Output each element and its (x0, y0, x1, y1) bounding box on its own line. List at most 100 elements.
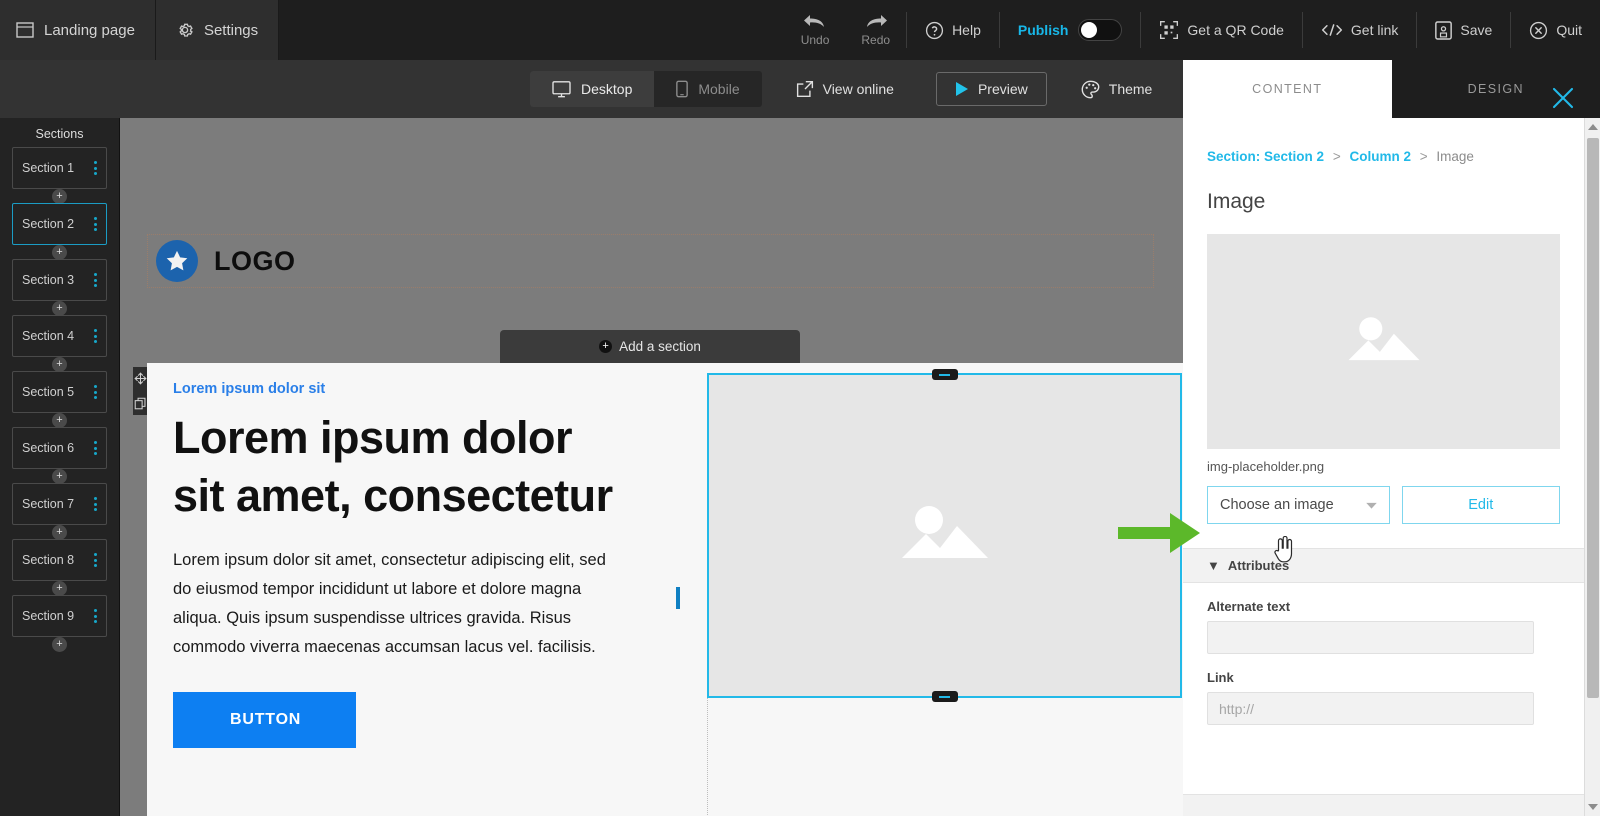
section-menu-icon[interactable] (94, 161, 97, 175)
link-input[interactable] (1207, 692, 1534, 725)
alternate-text-input[interactable] (1207, 621, 1534, 654)
add-section-plus-icon[interactable]: + (52, 357, 67, 372)
image-filename: img-placeholder.png (1183, 449, 1584, 474)
sidebar-section-section-4[interactable]: Section 4 (12, 315, 107, 357)
undo-button[interactable]: Undo (785, 0, 846, 60)
sidebar-section-section-1[interactable]: Section 1 (12, 147, 107, 189)
help-icon (925, 21, 944, 40)
edit-image-button[interactable]: Edit (1402, 486, 1561, 524)
add-section-plus-icon[interactable]: + (52, 413, 67, 428)
close-panel-button[interactable] (1550, 85, 1576, 111)
add-section-plus-icon[interactable]: + (52, 245, 67, 260)
preview-button[interactable]: Preview (936, 72, 1047, 106)
save-label: Save (1460, 22, 1492, 38)
sidebar-section-section-5[interactable]: Section 5 (12, 371, 107, 413)
save-button[interactable]: Save (1417, 0, 1510, 60)
breadcrumb-column[interactable]: Column 2 (1349, 149, 1411, 164)
properties-panel: CONTENT DESIGN Section: Section 2 > Colu… (1183, 60, 1600, 816)
attributes-body: Alternate text Link (1183, 583, 1584, 725)
help-button[interactable]: Help (907, 0, 999, 60)
section-menu-icon[interactable] (94, 497, 97, 511)
section-2-body[interactable]: Lorem ipsum dolor sit Lorem ipsum dolor … (147, 363, 1183, 816)
section-menu-icon[interactable] (94, 273, 97, 287)
sidebar-section-label: Section 6 (13, 441, 74, 455)
sidebar-section-section-3[interactable]: Section 3 (12, 259, 107, 301)
redo-button[interactable]: Redo (845, 0, 906, 60)
move-column-handle[interactable] (134, 372, 147, 385)
section-menu-icon[interactable] (94, 609, 97, 623)
theme-button[interactable]: Theme (1063, 80, 1171, 99)
logo-block[interactable]: LOGO (147, 234, 1154, 288)
sections-list: Section 1+Section 2+Section 3+Section 4+… (0, 147, 119, 651)
publish-control[interactable]: Publish (1000, 0, 1141, 60)
add-section-plus-icon[interactable]: + (52, 581, 67, 596)
sidebar-section-label: Section 4 (13, 329, 74, 343)
add-section-plus-icon[interactable]: + (52, 525, 67, 540)
quit-button[interactable]: Quit (1511, 0, 1600, 60)
play-icon (955, 81, 969, 97)
sidebar-section-section-9[interactable]: Section 9 (12, 595, 107, 637)
section-menu-icon[interactable] (94, 553, 97, 567)
add-section-plus-icon[interactable]: + (52, 637, 67, 652)
panel-title: Image (1183, 164, 1584, 214)
get-link-button[interactable]: Get link (1303, 0, 1416, 60)
edit-image-label: Edit (1468, 497, 1493, 513)
view-online-button[interactable]: View online (778, 80, 912, 98)
desktop-icon (552, 81, 571, 98)
chevron-down-icon (1366, 502, 1377, 509)
help-label: Help (952, 22, 981, 38)
breadcrumb-separator-2: > (1420, 149, 1428, 164)
resize-handle-bottom[interactable] (932, 691, 958, 702)
add-section-plus-icon[interactable]: + (52, 469, 67, 484)
text-column[interactable]: Lorem ipsum dolor sit Lorem ipsum dolor … (147, 363, 647, 816)
panel-tabs: CONTENT DESIGN (1183, 60, 1600, 118)
get-qr-code-button[interactable]: Get a QR Code (1141, 0, 1302, 60)
device-mobile-label: Mobile (698, 81, 739, 97)
sidebar-section-section-2[interactable]: Section 2 (12, 203, 107, 245)
column-handles (133, 367, 147, 415)
panel-scrollbar[interactable] (1584, 118, 1600, 816)
breadcrumb-section-prefix[interactable]: Section: (1207, 149, 1260, 164)
tab-content[interactable]: CONTENT (1183, 60, 1392, 118)
duplicate-column-handle[interactable] (134, 397, 147, 410)
duplicate-icon (134, 397, 147, 410)
cta-button[interactable]: BUTTON (173, 692, 356, 748)
section-menu-icon[interactable] (94, 441, 97, 455)
image-actions: Choose an image Edit (1183, 474, 1584, 524)
sidebar-section-section-6[interactable]: Section 6 (12, 427, 107, 469)
sidebar-section-section-8[interactable]: Section 8 (12, 539, 107, 581)
attributes-accordion-header[interactable]: ▼ Attributes (1183, 548, 1584, 583)
editor-canvas[interactable]: LOGO + Add a section (120, 118, 1183, 816)
add-section-plus-icon[interactable]: + (52, 301, 67, 316)
section-menu-icon[interactable] (94, 385, 97, 399)
alternate-text-label: Alternate text (1207, 599, 1560, 614)
tab-landing-page[interactable]: Landing page (0, 0, 156, 60)
section-menu-icon[interactable] (94, 217, 97, 231)
choose-an-image-dropdown[interactable]: Choose an image (1207, 486, 1390, 524)
next-accordion-header[interactable] (1183, 794, 1584, 816)
add-section-row: + (0, 245, 119, 259)
scroll-down-arrow-icon[interactable] (1588, 804, 1598, 810)
section-menu-icon[interactable] (94, 329, 97, 343)
sidebar-section-label: Section 9 (13, 609, 74, 623)
breadcrumb-section[interactable]: Section 2 (1264, 149, 1324, 164)
scrollbar-thumb[interactable] (1587, 138, 1599, 698)
sidebar-section-section-7[interactable]: Section 7 (12, 483, 107, 525)
tab-settings[interactable]: Settings (156, 0, 279, 60)
undo-label: Undo (801, 33, 830, 47)
resize-handle-top[interactable] (932, 369, 958, 380)
add-a-section-button[interactable]: + Add a section (500, 330, 800, 363)
scroll-up-arrow-icon[interactable] (1588, 124, 1598, 130)
device-desktop[interactable]: Desktop (530, 71, 654, 107)
device-segmented-control: Desktop Mobile (530, 71, 762, 107)
device-desktop-label: Desktop (581, 81, 632, 97)
add-section-plus-icon: + (599, 340, 612, 353)
add-section-plus-icon[interactable]: + (52, 189, 67, 204)
publish-toggle[interactable] (1078, 19, 1122, 41)
image-widget-selected[interactable]: Image (707, 373, 1182, 698)
code-brackets-icon (1321, 22, 1343, 38)
device-mobile[interactable]: Mobile (654, 71, 761, 107)
eyebrow-text: Lorem ipsum dolor sit (173, 381, 623, 397)
image-preview[interactable] (1207, 234, 1560, 449)
paragraph-text: Lorem ipsum dolor sit amet, consectetur … (173, 546, 623, 662)
